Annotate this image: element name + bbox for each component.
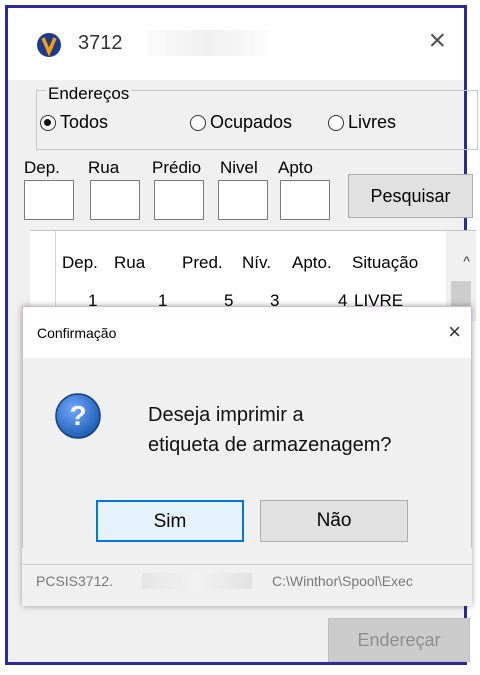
label-rua: Rua <box>88 158 120 177</box>
scroll-up-icon[interactable]: ^ <box>463 253 470 269</box>
label-predio: Prédio <box>152 158 202 177</box>
dialog-message-line1: Deseja imprimir a <box>148 404 304 426</box>
dep-input[interactable] <box>24 180 74 220</box>
nao-button[interactable]: Não <box>260 500 408 542</box>
app-logo-icon <box>37 33 61 57</box>
label-dep: Dep. <box>24 158 60 177</box>
sim-button[interactable]: Sim <box>96 500 244 542</box>
radio-todos-label: Todos <box>60 112 109 132</box>
radio-dot-icon <box>190 114 206 131</box>
status-program: PCSIS3712. <box>36 573 114 589</box>
radio-todos[interactable]: Todos <box>40 112 108 133</box>
radio-ocupados-label: Ocupados <box>210 112 293 132</box>
title-redacted <box>148 30 268 56</box>
enderecos-group-label: Endereços <box>46 84 132 104</box>
window-title: 3712 <box>78 32 123 54</box>
grid-header-niv[interactable]: Nív. <box>242 253 271 273</box>
dialog-title: Confirmação <box>37 325 117 341</box>
enderecar-button: Endereçar <box>328 618 470 662</box>
radio-dot-icon <box>328 114 344 131</box>
apto-input[interactable] <box>280 180 330 220</box>
dialog-close-button[interactable]: × <box>448 319 461 345</box>
grid-header-pred[interactable]: Pred. <box>182 253 223 273</box>
title-bar: 3712 × <box>8 8 464 80</box>
status-bar: PCSIS3712. C:\Winthor\Spool\Exec <box>22 564 472 597</box>
radio-ocupados[interactable]: Ocupados <box>190 112 292 133</box>
question-icon: ? <box>55 393 101 439</box>
grid-header-rua[interactable]: Rua <box>114 253 145 273</box>
window-close-button[interactable]: × <box>428 26 446 56</box>
grid-header-apto[interactable]: Apto. <box>292 253 332 273</box>
pesquisar-button[interactable]: Pesquisar <box>348 174 473 218</box>
label-nivel: Nivel <box>220 158 258 177</box>
status-path: C:\Winthor\Spool\Exec <box>272 573 413 589</box>
radio-dot-icon <box>40 114 56 131</box>
radio-livres-label: Livres <box>348 112 397 132</box>
dialog-message: Deseja imprimir a etiqueta de armazenage… <box>148 400 392 460</box>
rua-input[interactable] <box>90 180 140 220</box>
dialog-title-bar: Confirmação × <box>22 306 472 358</box>
dialog-message-line2: etiqueta de armazenagem? <box>148 434 392 456</box>
radio-livres[interactable]: Livres <box>328 112 396 133</box>
predio-input[interactable] <box>154 180 204 220</box>
grid-header-situacao[interactable]: Situação <box>352 253 418 273</box>
status-redacted <box>142 573 252 589</box>
nivel-input[interactable] <box>218 180 268 220</box>
question-icon-glyph: ? <box>69 400 86 431</box>
grid-header-dep[interactable]: Dep. <box>62 253 98 273</box>
label-apto: Apto <box>278 158 313 177</box>
confirmation-dialog: Confirmação × ? Deseja imprimir a etique… <box>22 306 472 606</box>
